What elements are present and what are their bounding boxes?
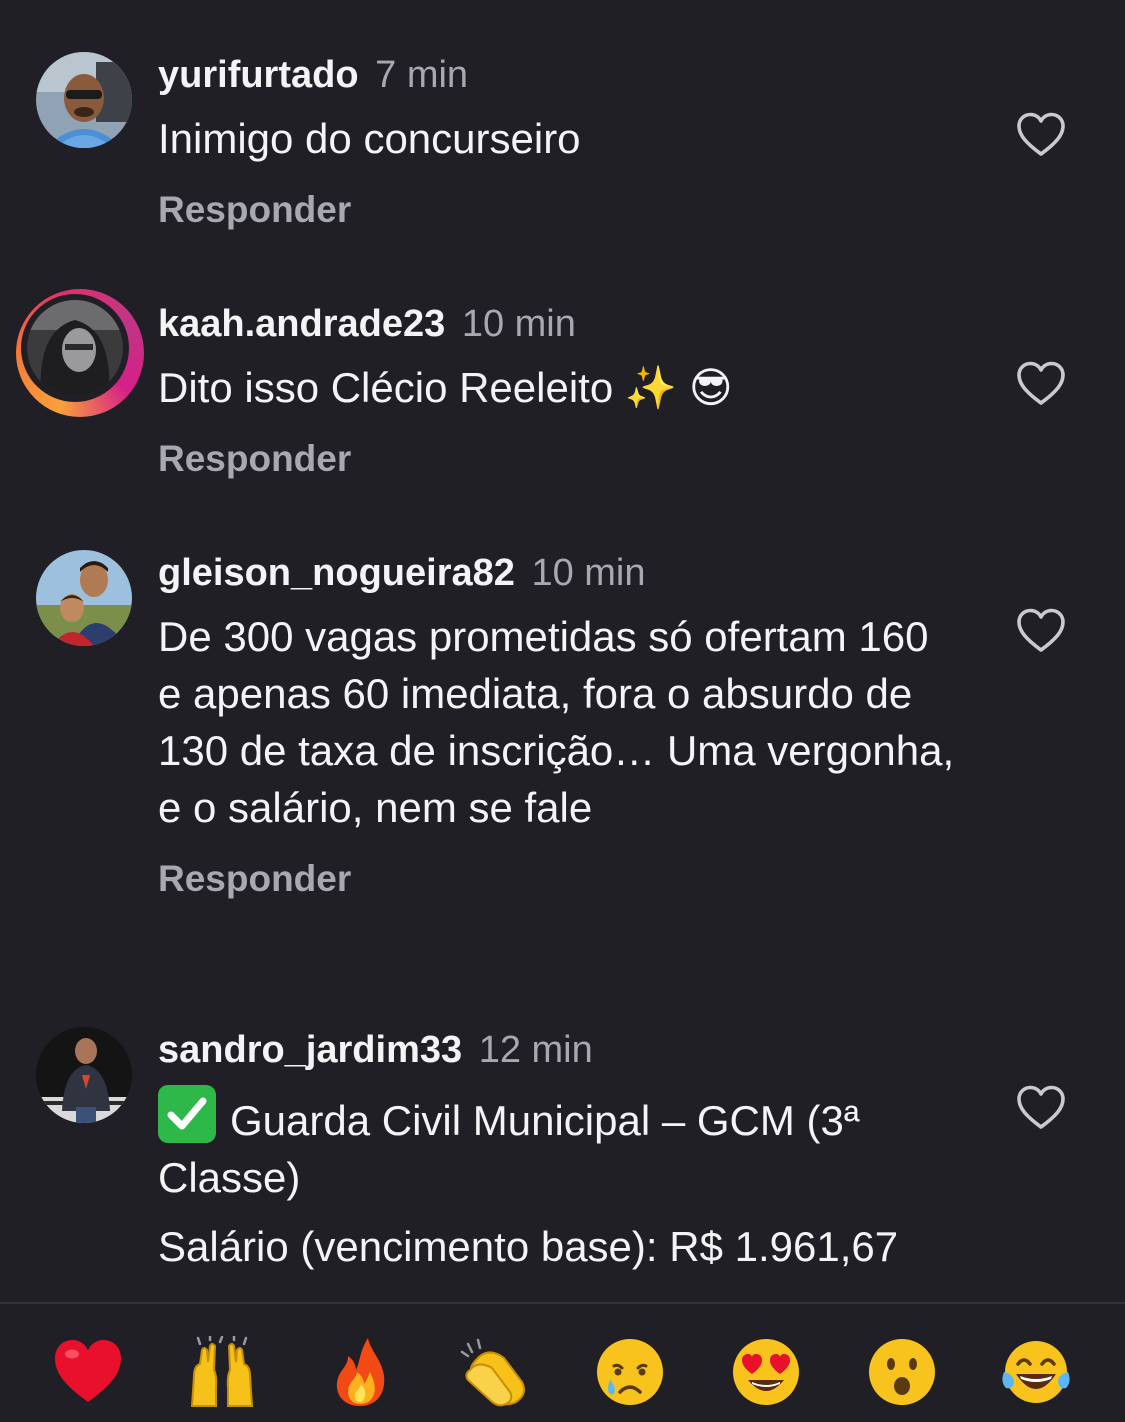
comment-meta: sandro_jardim33 12 min [158, 1027, 958, 1073]
comment-username[interactable]: gleison_nogueira82 [158, 552, 515, 594]
like-heart-icon[interactable] [1016, 112, 1066, 158]
comment-text-line: Guarda Civil Municipal – GCM (3ª Classe) [158, 1085, 958, 1206]
avatar-image [27, 300, 123, 396]
surprised-face-icon[interactable] [866, 1336, 938, 1408]
comment-time: 10 min [531, 552, 646, 594]
comment-meta: kaah.andrade23 10 min [158, 301, 958, 347]
comment-time: 10 min [461, 303, 576, 345]
avatar[interactable] [16, 289, 144, 417]
comment-body: sandro_jardim33 12 min Guarda Civil Muni… [158, 1027, 958, 1275]
comment-time: 12 min [478, 1029, 593, 1071]
check-mark-icon [158, 1085, 216, 1143]
quick-reaction-bar [0, 1302, 1125, 1422]
tears-of-joy-icon[interactable] [1000, 1336, 1072, 1408]
comment-text: Dito isso Clécio Reeleito ✨ 😎 [158, 359, 958, 416]
like-heart-icon[interactable] [1016, 1085, 1066, 1131]
comment-body: gleison_nogueira82 10 min De 300 vagas p… [158, 550, 958, 902]
fire-icon[interactable] [324, 1336, 396, 1408]
avatar-image [36, 52, 132, 148]
comment-username[interactable]: yurifurtado [158, 54, 359, 96]
red-heart-icon[interactable] [52, 1336, 124, 1408]
like-heart-icon[interactable] [1016, 361, 1066, 407]
heart-eyes-icon[interactable] [730, 1336, 802, 1408]
comment-body: yurifurtado 7 min Inimigo do concurseiro… [158, 52, 958, 233]
comment-text: Inimigo do concurseiro [158, 110, 958, 167]
comment-meta: yurifurtado 7 min [158, 52, 958, 98]
comment-text-line: Salário (vencimento base): R$ 1.961,67 [158, 1223, 899, 1270]
comment-text: De 300 vagas prometidas só ofertam 160 e… [158, 608, 958, 836]
story-ring [16, 289, 144, 417]
reply-button[interactable]: Responder [158, 856, 958, 902]
comments-screen: yurifurtado 7 min Inimigo do concurseiro… [0, 0, 1125, 1422]
avatar[interactable] [36, 52, 132, 148]
reply-button[interactable]: Responder [158, 436, 958, 482]
comment-text-line: Inimigo do concurseiro [158, 115, 581, 162]
comment-username[interactable]: kaah.andrade23 [158, 303, 445, 345]
like-heart-icon[interactable] [1016, 608, 1066, 654]
avatar[interactable] [36, 1027, 132, 1123]
reply-button[interactable]: Responder [158, 187, 958, 233]
comment-text-line: De 300 vagas prometidas só ofertam 160 e… [158, 613, 955, 831]
comment-list[interactable]: yurifurtado 7 min Inimigo do concurseiro… [0, 0, 1125, 1302]
avatar-image [36, 1027, 132, 1123]
comment-text-line: Dito isso Clécio Reeleito ✨ 😎 [158, 364, 733, 411]
comment-username[interactable]: sandro_jardim33 [158, 1029, 462, 1071]
clapping-hands-icon[interactable] [458, 1336, 530, 1408]
avatar-image [36, 550, 132, 646]
comment-text-line-content: Guarda Civil Municipal – GCM (3ª Classe) [158, 1097, 860, 1201]
comment-body: kaah.andrade23 10 min Dito isso Clécio R… [158, 301, 958, 482]
crying-face-icon[interactable] [594, 1336, 666, 1408]
comment-meta: gleison_nogueira82 10 min [158, 550, 958, 596]
comment-time: 7 min [375, 54, 469, 96]
comment-text: Guarda Civil Municipal – GCM (3ª Classe)… [158, 1085, 958, 1275]
raising-hands-icon[interactable] [186, 1336, 258, 1408]
avatar[interactable] [36, 550, 132, 646]
